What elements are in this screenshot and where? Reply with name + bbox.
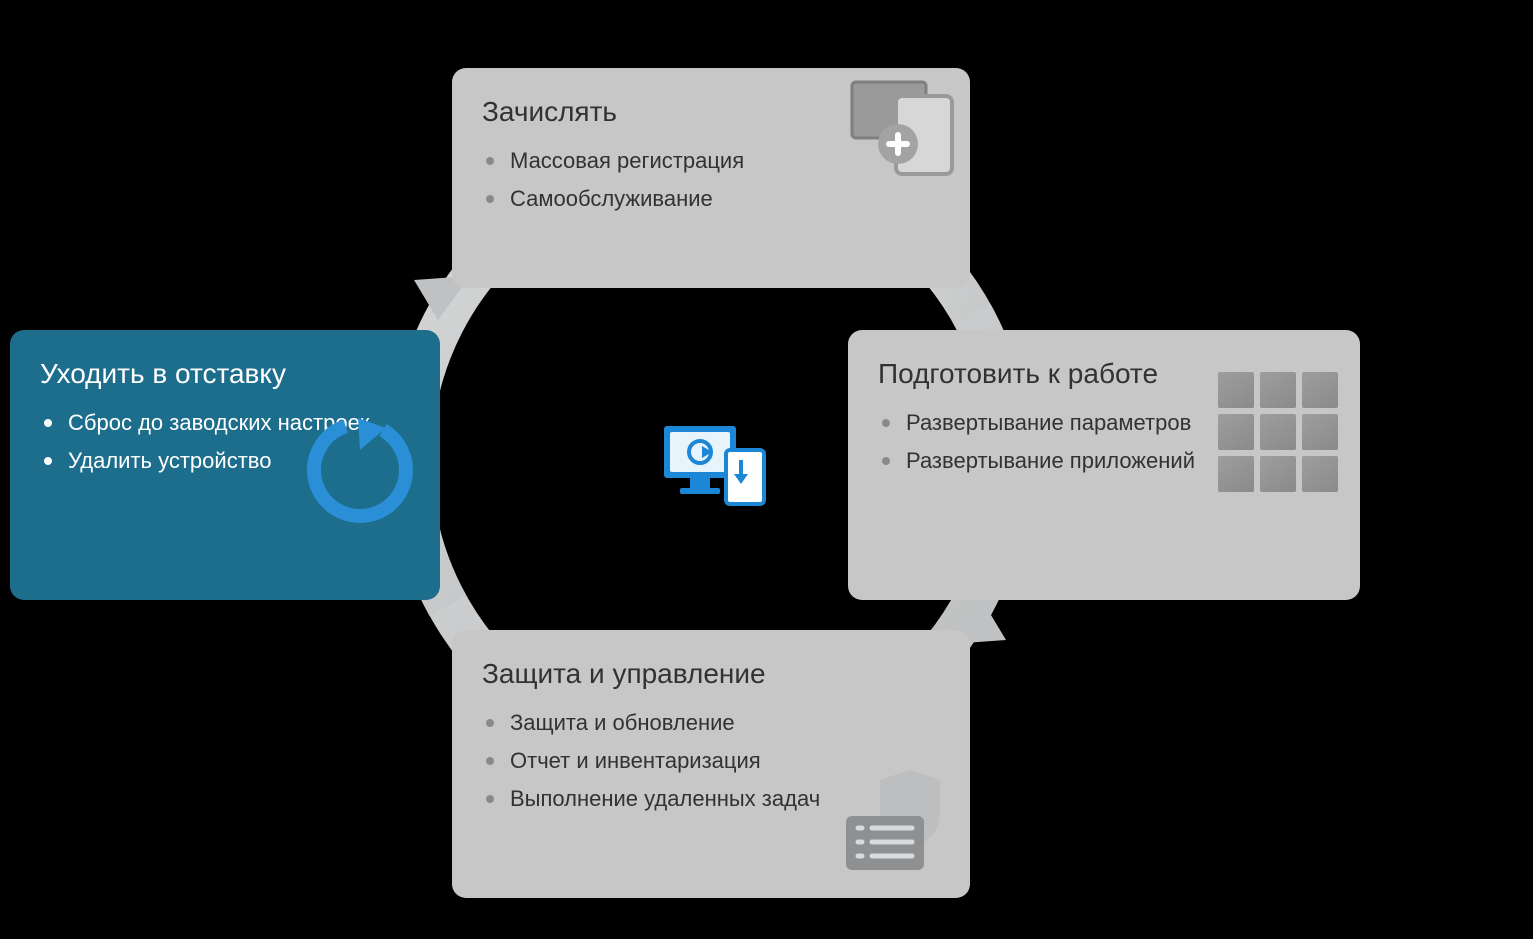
lifecycle-diagram: Зачислять Массовая регистрация Самообслу… (0, 0, 1533, 939)
list-item: Защита и обновление (486, 704, 940, 742)
shield-list-icon (840, 766, 950, 876)
devices-plus-icon (848, 78, 958, 178)
card-protect: Защита и управление Защита и обновление … (452, 630, 970, 898)
card-retire-title: Уходить в отставку (40, 358, 410, 390)
card-provision: Подготовить к работе Развертывание парам… (848, 330, 1360, 600)
list-item: Самообслуживание (486, 180, 940, 218)
app-grid-icon (1218, 372, 1338, 492)
device-management-icon (660, 420, 770, 500)
card-retire: Уходить в отставку Сброс до заводских на… (10, 330, 440, 600)
reset-cycle-icon (300, 410, 420, 530)
card-protect-title: Защита и управление (482, 658, 940, 690)
card-enroll: Зачислять Массовая регистрация Самообслу… (452, 68, 970, 288)
